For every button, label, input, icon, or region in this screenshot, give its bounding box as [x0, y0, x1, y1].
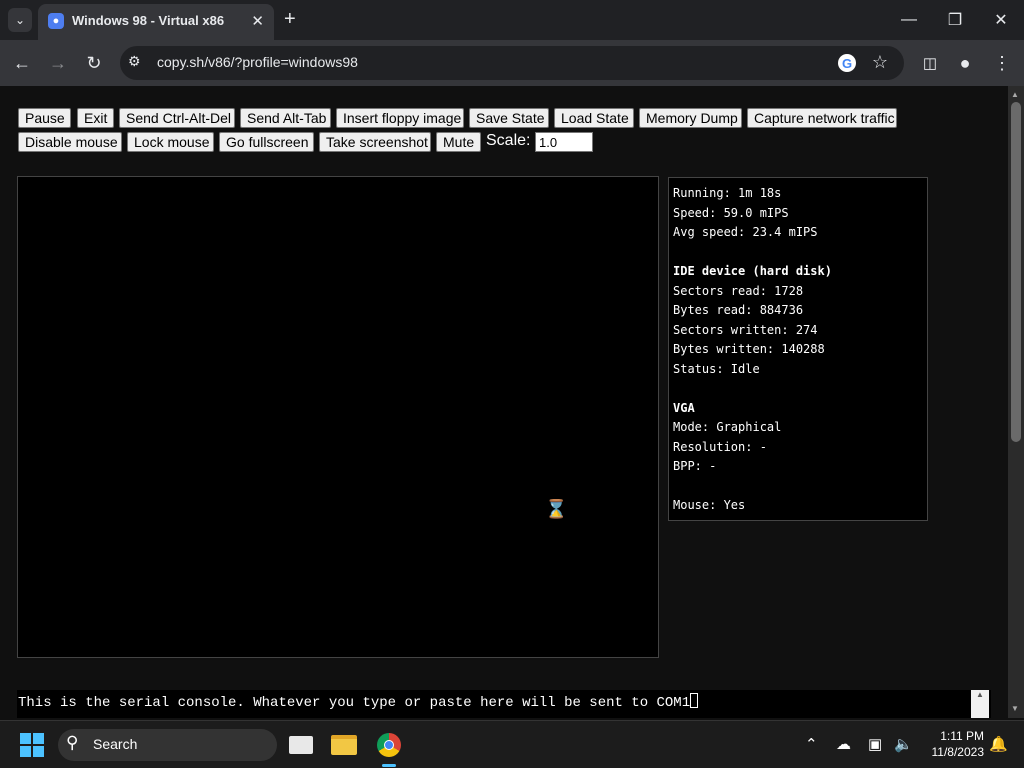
chrome-icon[interactable] — [373, 729, 405, 761]
windows-start-icon[interactable] — [20, 733, 44, 757]
serial-console[interactable]: This is the serial console. Whatever you… — [17, 690, 991, 718]
info-status: Status: Idle — [673, 361, 760, 376]
forward-arrow-icon[interactable]: → — [46, 51, 70, 75]
info-sectors-read: Sectors read: 1728 — [673, 283, 804, 298]
send-ctrl-alt-del-button[interactable]: Send Ctrl-Alt-Del — [119, 108, 235, 128]
google-lens-icon[interactable]: G — [838, 54, 856, 72]
browser-toolbar: ← → ↻ ⚙ copy.sh/v86/?profile=windows98 G… — [0, 40, 1024, 86]
insert-floppy-button[interactable]: Insert floppy image — [336, 108, 464, 128]
minimize-icon[interactable]: — — [886, 6, 932, 34]
taskbar-clock[interactable]: 1:11 PM 11/8/2023 — [914, 728, 985, 760]
site-info-icon[interactable]: ⚙ — [128, 53, 141, 70]
send-alt-tab-button[interactable]: Send Alt-Tab — [240, 108, 331, 128]
exit-button[interactable]: Exit — [77, 108, 114, 128]
search-icon: ⚲ — [66, 733, 79, 752]
memory-dump-button[interactable]: Memory Dump — [639, 108, 742, 128]
url-text[interactable]: copy.sh/v86/?profile=windows98 — [157, 54, 358, 70]
v86-page: Pause Exit Send Ctrl-Alt-Del Send Alt-Ta… — [0, 86, 1008, 718]
vm-screen[interactable]: ⌛ — [17, 176, 659, 658]
info-sectors-written: Sectors written: 274 — [673, 322, 818, 337]
tab-search-button[interactable]: ⌄ — [8, 8, 32, 32]
volume-muted-icon[interactable]: 🔈 — [894, 735, 913, 753]
info-mouse: Mouse: Yes — [673, 498, 746, 512]
onedrive-icon[interactable]: ☁ — [836, 735, 851, 753]
file-explorer-icon[interactable] — [328, 729, 360, 761]
reload-icon[interactable]: ↻ — [82, 51, 106, 75]
save-state-button[interactable]: Save State — [469, 108, 549, 128]
show-hidden-icons-chevron-icon[interactable]: ⌃ — [805, 735, 818, 753]
bookmark-star-icon[interactable]: ☆ — [872, 52, 888, 73]
info-speed: Speed: 59.0 mIPS — [673, 205, 789, 220]
scrollbar-thumb[interactable] — [1011, 102, 1021, 442]
info-bytes-read: Bytes read: 884736 — [673, 303, 804, 317]
notification-bell-icon[interactable]: 🔔 — [989, 735, 1008, 753]
info-bpp: BPP: - — [673, 459, 717, 473]
go-fullscreen-button[interactable]: Go fullscreen — [219, 132, 314, 152]
page-scrollbar[interactable]: ▲ ▼ — [1008, 86, 1024, 718]
scale-input[interactable] — [535, 132, 593, 152]
browser-tab[interactable]: ● Windows 98 - Virtual x86 ✕ — [38, 4, 274, 40]
runtime-info-panel: Running: 1m 18s Speed: 59.0 mIPS Avg spe… — [668, 177, 928, 521]
browser-tab-strip: ⌄ ● Windows 98 - Virtual x86 ✕ + — ❐ ✕ — [0, 0, 1024, 40]
search-label: Search — [93, 736, 138, 752]
tab-title: Windows 98 - Virtual x86 — [72, 13, 225, 28]
clock-time: 1:11 PM — [940, 729, 984, 743]
info-vga-header: VGA — [673, 400, 695, 415]
lock-mouse-button[interactable]: Lock mouse — [127, 132, 214, 152]
mute-button[interactable]: Mute — [436, 132, 481, 152]
new-tab-plus-icon[interactable]: + — [284, 8, 296, 30]
pause-button[interactable]: Pause — [18, 108, 71, 128]
capture-network-traffic-button[interactable]: Capture network traffic — [747, 108, 897, 128]
scroll-down-arrow-icon[interactable]: ▼ — [1011, 704, 1019, 713]
chevron-down-icon: ⌄ — [14, 13, 26, 27]
back-arrow-icon[interactable]: ← — [10, 51, 34, 75]
scroll-up-arrow-icon[interactable]: ▲ — [1011, 90, 1019, 99]
hourglass-cursor-icon: ⌛ — [545, 499, 568, 519]
profile-icon[interactable]: ● — [953, 51, 977, 75]
address-bar[interactable]: ⚙ copy.sh/v86/?profile=windows98 G ☆ — [120, 46, 904, 80]
clock-date: 11/8/2023 — [931, 745, 985, 759]
scroll-up-arrow-icon[interactable]: ▲ — [976, 690, 984, 699]
window-close-icon[interactable]: ✕ — [978, 6, 1024, 34]
take-screenshot-button[interactable]: Take screenshot — [319, 132, 431, 152]
network-icon[interactable]: ▣ — [868, 735, 882, 753]
scale-label: Scale: — [486, 132, 531, 149]
serial-scrollbar[interactable]: ▲ — [971, 690, 989, 718]
active-app-indicator — [382, 764, 396, 767]
task-view-icon[interactable] — [285, 729, 317, 761]
load-state-button[interactable]: Load State — [554, 108, 634, 128]
info-bytes-written: Bytes written: 140288 — [673, 342, 825, 356]
disable-mouse-button[interactable]: Disable mouse — [18, 132, 122, 152]
more-menu-icon[interactable]: ⋮ — [990, 51, 1014, 75]
info-running: Running: 1m 18s — [673, 186, 782, 200]
close-icon[interactable]: ✕ — [251, 12, 264, 30]
serial-console-text: This is the serial console. Whatever you… — [18, 695, 691, 711]
info-avg-speed: Avg speed: 23.4 mIPS — [673, 225, 818, 239]
v86-favicon-icon: ● — [48, 13, 64, 29]
info-ide-header: IDE device (hard disk) — [673, 264, 832, 278]
restore-icon[interactable]: ❐ — [932, 6, 978, 34]
text-cursor — [690, 693, 699, 708]
taskbar-search[interactable]: ⚲ Search — [58, 729, 277, 761]
windows-taskbar: ⚲ Search ⌃ ☁ ▣ 🔈 1:11 PM 11/8/2023 🔔 — [0, 720, 1024, 768]
info-mode: Mode: Graphical — [673, 420, 782, 434]
side-panel-icon[interactable]: ◫ — [918, 51, 942, 75]
info-resolution: Resolution: - — [673, 439, 767, 454]
